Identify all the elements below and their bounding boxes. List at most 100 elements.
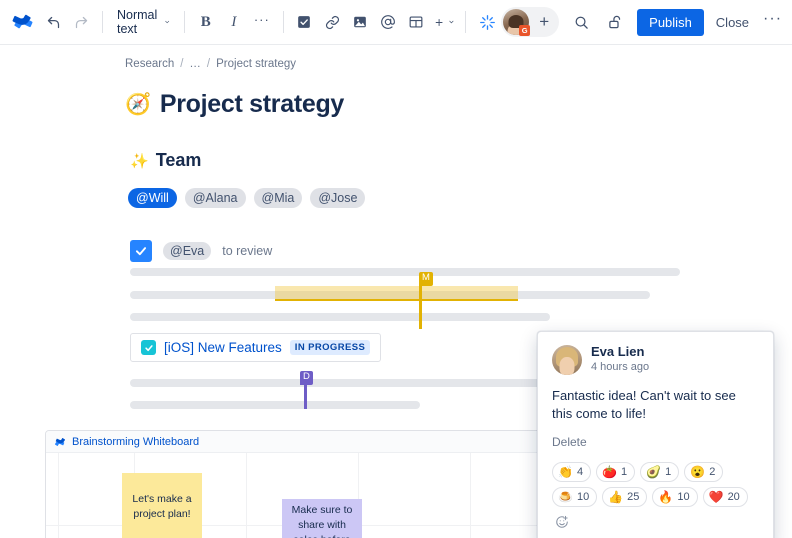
delete-comment-button[interactable]: Delete bbox=[552, 435, 587, 449]
undo-button[interactable] bbox=[39, 8, 67, 36]
image-icon[interactable] bbox=[346, 8, 374, 36]
breadcrumb-item-research[interactable]: Research bbox=[125, 58, 174, 70]
collaborator-avatars[interactable]: G + bbox=[501, 7, 560, 37]
atlassian-intelligence-icon[interactable] bbox=[473, 8, 501, 36]
reaction-clap[interactable]: 👏 4 bbox=[552, 462, 592, 483]
toolbar-divider bbox=[465, 11, 467, 33]
text-style-dropdown[interactable]: Normal text bbox=[110, 8, 177, 36]
breadcrumb-item-ellipsis[interactable]: … bbox=[189, 58, 201, 70]
avocado-emoji: 🥑 bbox=[646, 465, 662, 480]
reaction-count: 1 bbox=[621, 466, 628, 479]
breadcrumb-separator: / bbox=[206, 58, 211, 70]
comment-popup[interactable]: Eva Lien 4 hours ago Fantastic idea! Can… bbox=[537, 331, 774, 538]
link-icon[interactable] bbox=[318, 8, 346, 36]
overflow-menu-button[interactable]: ··· bbox=[757, 10, 792, 34]
reaction-count: 1 bbox=[665, 466, 672, 479]
reaction-list: 👏 4 🍅 1 🥑 1 😮 2 🍮 10 👍 25 🔥 10 ❤️ 20 bbox=[552, 462, 759, 532]
breadcrumb-item-current[interactable]: Project strategy bbox=[216, 58, 296, 70]
sticky-note[interactable]: Make sure to share with sales before the bbox=[282, 499, 362, 538]
thumbs-up-emoji: 👍 bbox=[608, 490, 624, 505]
mention-jose[interactable]: @Jose bbox=[310, 188, 366, 208]
avatar[interactable] bbox=[552, 344, 582, 375]
chevron-down-icon bbox=[165, 20, 169, 24]
mention-will[interactable]: @Will bbox=[128, 188, 177, 208]
confluence-logo-icon[interactable] bbox=[12, 8, 34, 36]
status-badge: IN PROGRESS bbox=[289, 340, 371, 355]
chevron-down-icon bbox=[449, 20, 454, 24]
page-title[interactable]: 🧭 Project strategy bbox=[125, 90, 344, 119]
task-label: to review bbox=[222, 244, 273, 258]
reaction-thumbs-up[interactable]: 👍 25 bbox=[602, 487, 648, 508]
comment-body: Fantastic idea! Can't wait to see this c… bbox=[552, 387, 736, 422]
reaction-surprised[interactable]: 😮 2 bbox=[684, 462, 724, 483]
fire-emoji: 🔥 bbox=[658, 490, 674, 505]
add-people-button[interactable]: + bbox=[531, 9, 557, 35]
reaction-count: 25 bbox=[627, 491, 640, 504]
mention-at-icon[interactable] bbox=[374, 8, 402, 36]
reaction-count: 10 bbox=[576, 491, 590, 504]
custard-emoji: 🍮 bbox=[558, 490, 573, 505]
confluence-editor-window: Normal text B I ··· G + Publish Close ··… bbox=[0, 0, 792, 538]
toolbar-divider bbox=[184, 11, 185, 33]
placeholder-line bbox=[130, 401, 420, 409]
avatar[interactable]: G bbox=[503, 9, 531, 36]
bold-button[interactable]: B bbox=[192, 8, 220, 36]
reaction-count: 10 bbox=[677, 491, 690, 504]
reaction-count: 4 bbox=[576, 466, 584, 479]
comment-author: Eva Lien bbox=[591, 344, 645, 359]
editor-toolbar: Normal text B I ··· G + Publish Close ··… bbox=[0, 0, 792, 45]
placeholder-line bbox=[130, 268, 680, 276]
reaction-avocado[interactable]: 🥑 1 bbox=[640, 462, 680, 483]
clap-emoji: 👏 bbox=[558, 465, 573, 480]
italic-button[interactable]: I bbox=[220, 8, 248, 36]
mention-alana[interactable]: @Alana bbox=[184, 188, 246, 208]
task-checkbox[interactable] bbox=[130, 240, 152, 262]
unlocked-padlock-icon[interactable] bbox=[601, 8, 629, 36]
team-mentions: @Will @Alana @Mia @Jose bbox=[128, 188, 366, 208]
jira-issue-title: [iOS] New Features bbox=[164, 340, 282, 355]
section-heading-label: Team bbox=[155, 150, 202, 170]
checkbox-task-icon[interactable] bbox=[290, 8, 318, 36]
reaction-fire[interactable]: 🔥 10 bbox=[652, 487, 698, 508]
publish-button[interactable]: Publish bbox=[637, 8, 704, 36]
sparkles-emoji: ✨ bbox=[130, 152, 149, 170]
collab-caret-m bbox=[419, 285, 422, 329]
compass-emoji[interactable]: 🧭 bbox=[125, 94, 151, 115]
jira-issue-card[interactable]: [iOS] New Features IN PROGRESS bbox=[130, 333, 382, 362]
comment-timestamp: 4 hours ago bbox=[591, 361, 650, 374]
text-style-label: Normal text bbox=[117, 8, 158, 36]
reaction-tomato[interactable]: 🍅 1 bbox=[596, 462, 636, 483]
collab-selection-highlight-m bbox=[275, 286, 518, 301]
page-content: Research / … / Project strategy 🧭 Projec… bbox=[0, 45, 792, 538]
comment-header: Eva Lien 4 hours ago bbox=[552, 344, 759, 376]
tomato-emoji: 🍅 bbox=[602, 465, 618, 480]
sticky-note[interactable]: Let's make a project plan! bbox=[122, 473, 202, 538]
search-icon[interactable] bbox=[567, 8, 595, 36]
page-title-text: Project strategy bbox=[159, 90, 345, 118]
more-formatting-button[interactable]: ··· bbox=[248, 8, 276, 36]
heart-emoji: ❤️ bbox=[708, 490, 724, 505]
breadcrumb: Research / … / Project strategy bbox=[125, 58, 296, 70]
action-item-row: @Eva to review bbox=[130, 240, 272, 262]
confluence-whiteboard-icon bbox=[54, 436, 66, 448]
reaction-count: 2 bbox=[709, 466, 716, 479]
mention-mia[interactable]: @Mia bbox=[253, 188, 303, 208]
table-icon[interactable] bbox=[402, 8, 430, 36]
reaction-heart[interactable]: ❤️ 20 bbox=[702, 487, 748, 508]
surprised-face-emoji: 😮 bbox=[690, 465, 706, 480]
placeholder-line bbox=[130, 313, 550, 321]
close-button[interactable]: Close bbox=[708, 9, 757, 36]
collab-cursor-label-m: M bbox=[419, 272, 433, 286]
plus-icon bbox=[436, 18, 444, 26]
avatar-badge: G bbox=[519, 25, 531, 36]
toolbar-divider bbox=[282, 11, 284, 33]
toolbar-divider bbox=[102, 11, 103, 33]
reaction-count: 20 bbox=[727, 491, 740, 504]
mention-eva[interactable]: @Eva bbox=[163, 242, 212, 260]
collab-cursor-label-d: D bbox=[300, 371, 313, 385]
reaction-custard[interactable]: 🍮 10 bbox=[552, 487, 598, 508]
insert-menu-button[interactable] bbox=[430, 8, 458, 36]
add-reaction-icon[interactable] bbox=[552, 512, 572, 532]
jira-task-icon bbox=[141, 340, 156, 355]
redo-button[interactable] bbox=[67, 8, 95, 36]
